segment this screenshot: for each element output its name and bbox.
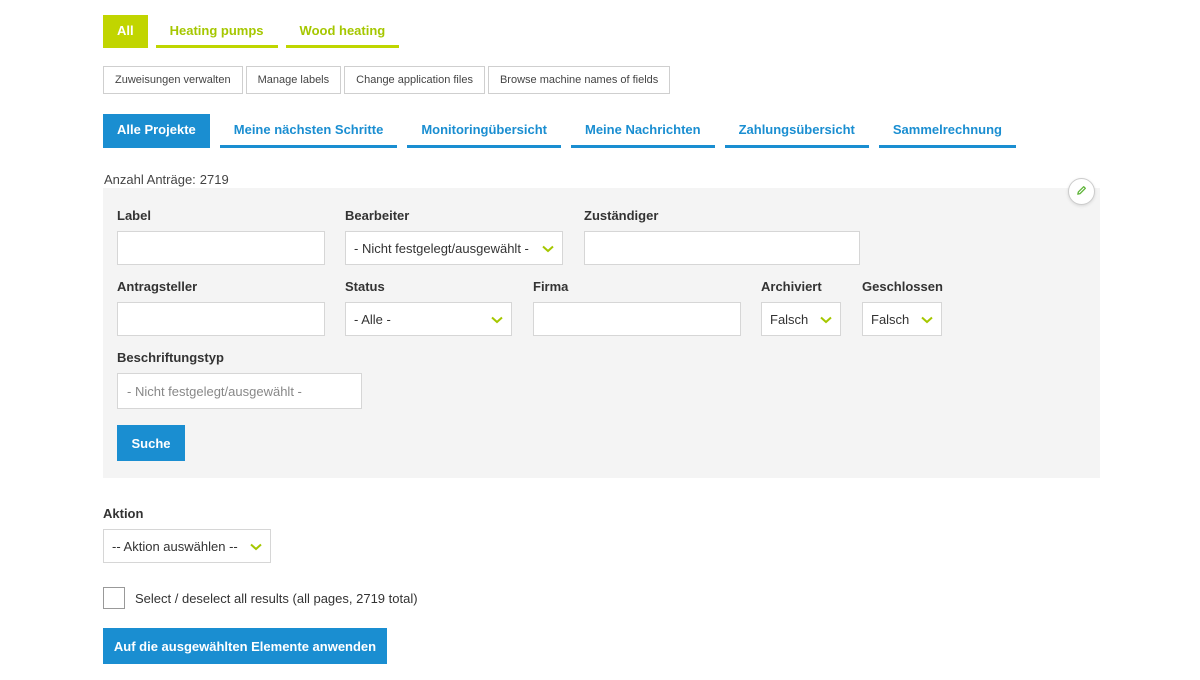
archiviert-label: Archiviert bbox=[761, 279, 822, 294]
zustaendiger-input[interactable] bbox=[584, 231, 860, 265]
label-input[interactable] bbox=[117, 231, 325, 265]
tab-monitoringuebersicht[interactable]: Monitoringübersicht bbox=[407, 114, 561, 148]
application-count-label: Anzahl Anträge: bbox=[104, 172, 196, 187]
tab-heating-pumps[interactable]: Heating pumps bbox=[155, 15, 278, 48]
tab-sammelrechnung[interactable]: Sammelrechnung bbox=[878, 114, 1016, 148]
select-all-checkbox[interactable] bbox=[103, 587, 125, 609]
chevron-down-icon bbox=[491, 312, 503, 327]
zustaendiger-label: Zuständiger bbox=[584, 208, 659, 223]
tab-zahlungsuebersicht[interactable]: Zahlungsübersicht bbox=[724, 114, 869, 148]
status-select[interactable]: - Alle - bbox=[345, 302, 512, 336]
manage-assignments-button[interactable]: Zuweisungen verwalten bbox=[103, 66, 243, 94]
tab-meine-naechsten-schritte[interactable]: Meine nächsten Schritte bbox=[219, 114, 398, 148]
page: All Heating pumps Wood heating Zuweisung… bbox=[0, 0, 1200, 680]
apply-selected-button[interactable]: Auf die ausgewählten Elemente anwenden bbox=[103, 628, 387, 664]
manage-labels-button[interactable]: Manage labels bbox=[245, 66, 342, 94]
project-tabs: Alle Projekte Meine nächsten Schritte Mo… bbox=[103, 114, 1016, 148]
select-all-label: Select / deselect all results (all pages… bbox=[135, 591, 418, 606]
edit-button[interactable] bbox=[1068, 178, 1095, 205]
bearbeiter-label: Bearbeiter bbox=[345, 208, 410, 223]
geschlossen-value: Falsch bbox=[871, 311, 910, 327]
aktion-label: Aktion bbox=[103, 506, 144, 521]
status-value: - Alle - bbox=[354, 311, 391, 327]
beschriftungstyp-input[interactable]: - Nicht festgelegt/ausgewählt - bbox=[117, 373, 362, 409]
category-tabs: All Heating pumps Wood heating bbox=[103, 15, 400, 48]
tab-alle-projekte[interactable]: Alle Projekte bbox=[103, 114, 210, 148]
admin-buttons: Zuweisungen verwalten Manage labels Chan… bbox=[103, 66, 671, 94]
search-button[interactable]: Suche bbox=[117, 425, 185, 461]
archiviert-value: Falsch bbox=[770, 311, 809, 327]
filter-panel: Label Bearbeiter - Nicht festgelegt/ausg… bbox=[103, 188, 1100, 478]
chevron-down-icon bbox=[921, 312, 933, 327]
pencil-icon bbox=[1076, 183, 1087, 201]
bearbeiter-value: - Nicht festgelegt/ausgewählt - bbox=[354, 240, 529, 256]
firma-input[interactable] bbox=[533, 302, 741, 336]
application-count: Anzahl Anträge: 2719 bbox=[104, 172, 233, 187]
chevron-down-icon bbox=[250, 539, 262, 554]
aktion-select[interactable]: -- Aktion auswählen -- bbox=[103, 529, 271, 563]
geschlossen-select[interactable]: Falsch bbox=[862, 302, 942, 336]
archiviert-select[interactable]: Falsch bbox=[761, 302, 841, 336]
status-label: Status bbox=[345, 279, 385, 294]
browse-machine-names-button[interactable]: Browse machine names of fields bbox=[487, 66, 671, 94]
bearbeiter-select[interactable]: - Nicht festgelegt/ausgewählt - bbox=[345, 231, 563, 265]
geschlossen-label: Geschlossen bbox=[862, 279, 943, 294]
antragsteller-label: Antragsteller bbox=[117, 279, 198, 294]
tab-wood-heating[interactable]: Wood heating bbox=[285, 15, 400, 48]
change-application-files-button[interactable]: Change application files bbox=[344, 66, 485, 94]
tab-all[interactable]: All bbox=[103, 15, 148, 48]
chevron-down-icon bbox=[820, 312, 832, 327]
tab-meine-nachrichten[interactable]: Meine Nachrichten bbox=[570, 114, 715, 148]
label-field-label: Label bbox=[117, 208, 151, 223]
aktion-value: -- Aktion auswählen -- bbox=[112, 538, 238, 554]
application-count-value: 2719 bbox=[199, 172, 229, 187]
beschriftungstyp-label: Beschriftungstyp bbox=[117, 350, 224, 365]
firma-label: Firma bbox=[533, 279, 569, 294]
antragsteller-input[interactable] bbox=[117, 302, 325, 336]
chevron-down-icon bbox=[542, 241, 554, 256]
